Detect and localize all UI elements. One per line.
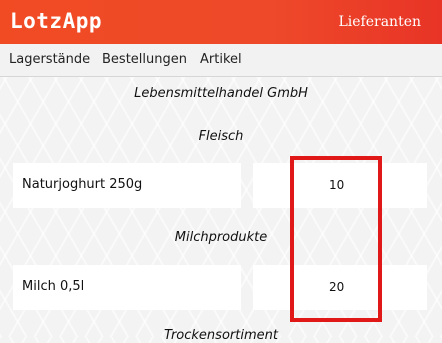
list-item: Naturjoghurt 250g 10 xyxy=(13,163,427,208)
quantity-cell[interactable]: 20 xyxy=(253,265,427,310)
list-item: Milch 0,5l 20 xyxy=(13,265,427,310)
group-title-meat: Fleisch xyxy=(198,129,244,144)
article-name: Naturjoghurt 250g xyxy=(22,177,143,192)
nav-item-stock[interactable]: Lagerstände xyxy=(9,52,90,67)
suppliers-link[interactable]: Lieferanten xyxy=(338,14,421,30)
article-name-cell: Milch 0,5l xyxy=(13,265,241,310)
group-title-dry-goods: Trockensortiment xyxy=(164,328,278,343)
article-quantity: 10 xyxy=(329,178,345,192)
quantity-cell[interactable]: 10 xyxy=(253,163,427,208)
supplier-title: Lebensmittelhandel GmbH xyxy=(134,86,308,101)
article-quantity: 20 xyxy=(329,280,345,294)
article-name: Milch 0,5l xyxy=(22,279,85,294)
app-header: LotzApp Lieferanten xyxy=(0,0,442,44)
nav-item-orders[interactable]: Bestellungen xyxy=(102,52,187,67)
app-logo[interactable]: LotzApp xyxy=(10,9,102,33)
article-name-cell: Naturjoghurt 250g xyxy=(13,163,241,208)
nav-item-articles[interactable]: Artikel xyxy=(200,52,242,67)
main-navigation: Lagerstände Bestellungen Artikel xyxy=(0,44,442,77)
group-title-dairy: Milchprodukte xyxy=(174,230,268,245)
